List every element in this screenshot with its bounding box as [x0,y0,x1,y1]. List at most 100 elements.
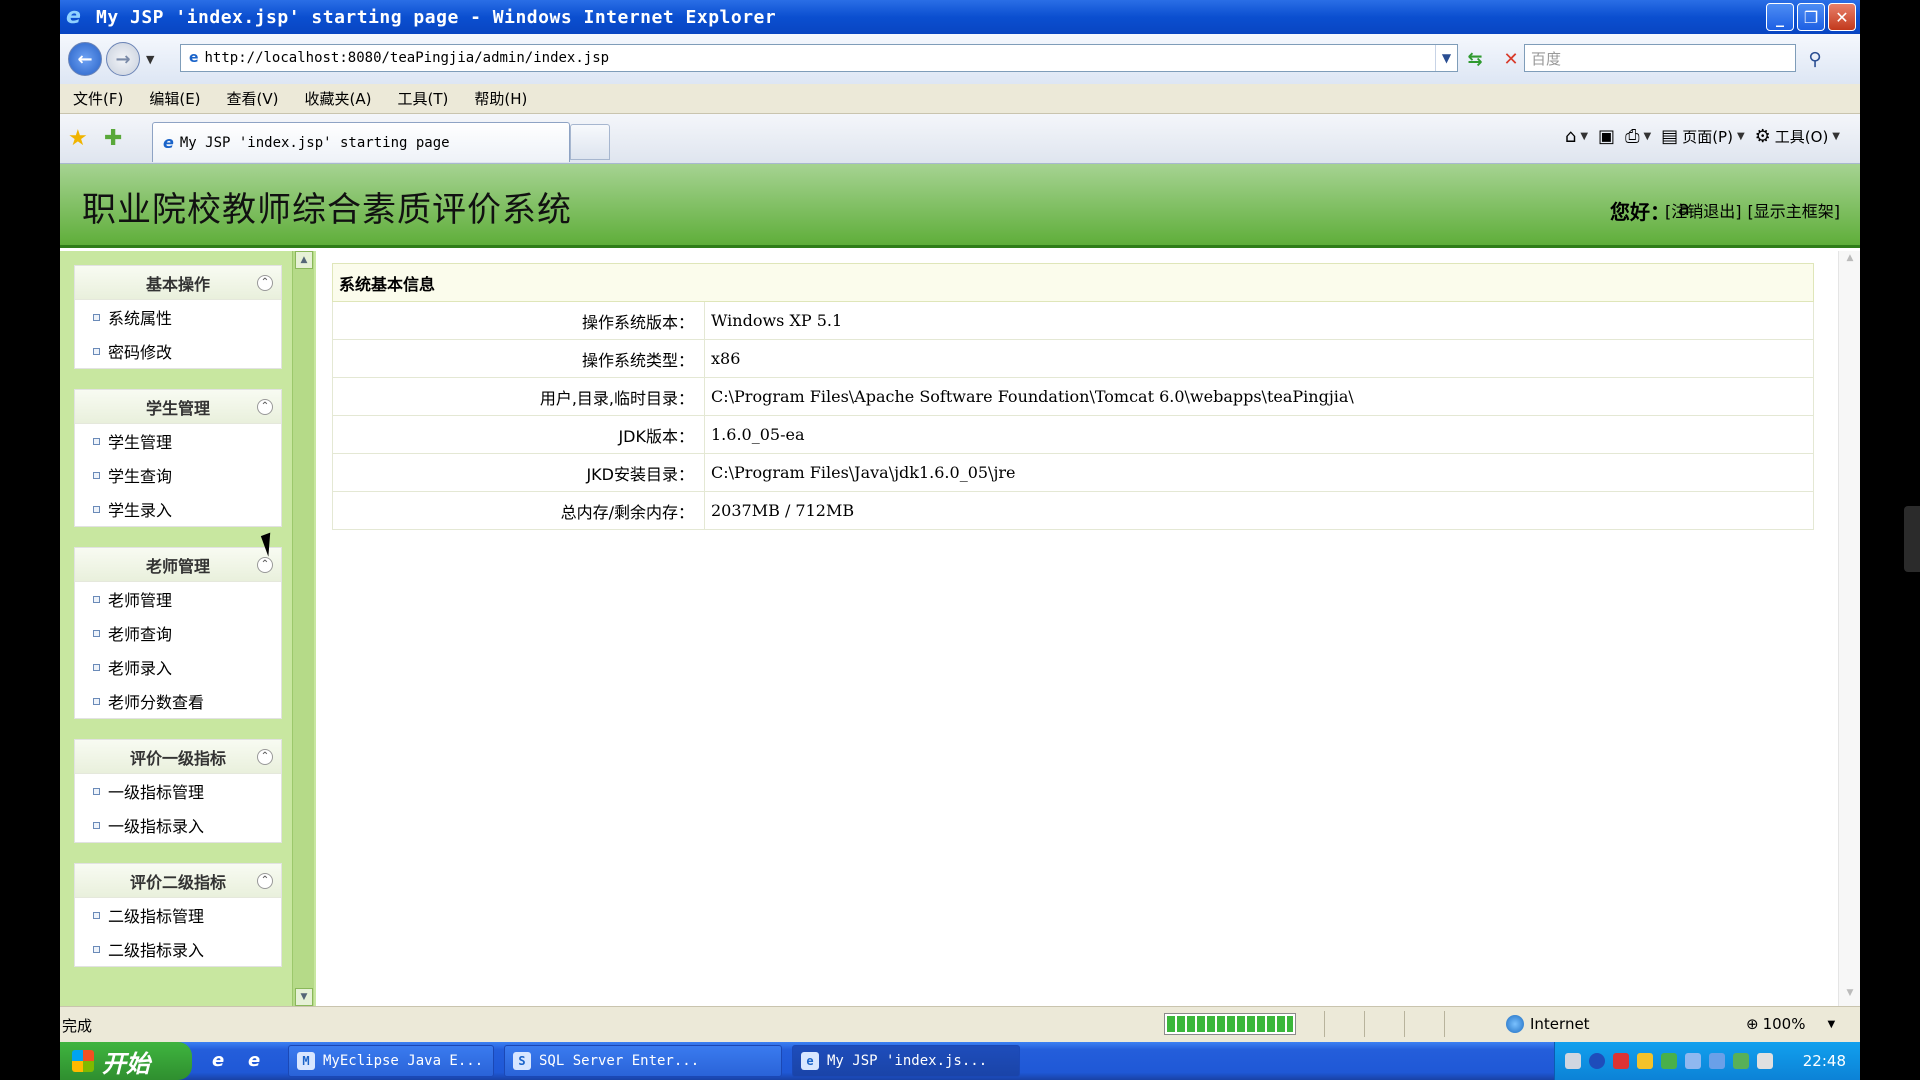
volume-icon[interactable] [1757,1053,1773,1069]
antivirus-icon[interactable] [1613,1053,1629,1069]
bullet-icon [93,629,100,637]
show-main-frame-link[interactable]: [显示主框架] [1748,198,1841,222]
bullet-icon [93,787,100,795]
refresh-icon[interactable]: ⇆ [1462,46,1488,72]
taskbar-item-myeclipse[interactable]: M MyEclipse Java E... [288,1045,494,1077]
scroll-down-icon[interactable]: ▼ [1842,988,1858,1004]
window-title: My JSP 'index.jsp' starting page - Windo… [96,6,777,28]
sidebar-item-teacher-manage[interactable]: 老师管理 [75,582,281,616]
table-heading: 系统基本信息 [332,263,1814,302]
back-button[interactable]: ← [68,42,102,76]
start-button[interactable]: 开始 [60,1042,192,1080]
security-zone[interactable]: Internet [1506,1015,1590,1033]
feeds-button[interactable]: ▣ [1598,126,1615,147]
sidebar-item-student-entry[interactable]: 学生录入 [75,492,281,526]
sidebar-item-level1-manage[interactable]: 一级指标管理 [75,774,281,808]
sidebar-item-change-password[interactable]: 密码修改 [75,334,281,368]
sidebar-group-header[interactable]: 基本操作 ⌃ [75,266,281,300]
sidebar-item-teacher-entry[interactable]: 老师录入 [75,650,281,684]
sidebar-group-header[interactable]: 老师管理 ⌃ [75,548,281,582]
chevron-down-icon[interactable]: ▼ [1435,45,1457,71]
collapse-icon[interactable]: ⌃ [257,275,273,291]
url-text[interactable]: http://localhost:8080/teaPingjia/admin/i… [205,50,610,66]
chevron-down-icon[interactable]: ▼ [1827,1019,1835,1030]
favorites-star-icon[interactable]: ★ [68,126,88,151]
sidebar-item-teacher-scores[interactable]: 老师分数查看 [75,684,281,718]
sidebar-group-header[interactable]: 评价一级指标 ⌃ [75,740,281,774]
clock: 22:48 [1802,1052,1846,1070]
menu-file[interactable]: 文件(F) [60,88,136,109]
chevron-down-icon[interactable]: ▼ [1643,131,1651,142]
tools-menu-label: 工具(O) [1774,128,1829,146]
qq-icon[interactable] [1637,1053,1653,1069]
forward-button[interactable]: → [106,42,140,76]
window-titlebar[interactable]: e My JSP 'index.jsp' starting page - Win… [60,0,1860,34]
collapse-icon[interactable]: ⌃ [257,749,273,765]
close-button[interactable]: ✕ [1828,3,1856,31]
history-dropdown-icon[interactable]: ▼ [146,53,154,66]
zoom-control[interactable]: ⊕ 100% ▼ [1746,1015,1835,1033]
status-bar: 完成 Internet ⊕ 100% ▼ [60,1006,1860,1042]
add-favorite-icon[interactable]: ✚ [104,126,122,151]
connection2-icon[interactable] [1709,1053,1725,1069]
sidebar-item-system-properties[interactable]: 系统属性 [75,300,281,334]
sidebar-scrollbar[interactable]: ▲ ▼ [292,251,314,1006]
address-field[interactable]: e http://localhost:8080/teaPingjia/admin… [180,44,1458,72]
table-row: JKD安装目录： C:\Program Files\Java\jdk1.6.0_… [332,453,1814,492]
scroll-up-icon[interactable]: ▲ [295,251,313,269]
menu-help[interactable]: 帮助(H) [461,88,540,109]
gear-icon: ⚙ [1754,126,1771,147]
sidebar-group-header[interactable]: 学生管理 ⌃ [75,390,281,424]
sidebar-group-level1: 评价一级指标 ⌃ 一级指标管理 一级指标录入 [74,739,282,843]
minimize-button[interactable]: _ [1766,3,1794,31]
chevron-down-icon[interactable]: ▼ [1580,131,1588,142]
sidebar-item-teacher-query[interactable]: 老师查询 [75,616,281,650]
ie-icon: e [801,1052,819,1070]
search-icon[interactable]: ⚲ [1802,46,1828,72]
new-tab-button[interactable] [570,124,610,160]
sidebar-group-header[interactable]: 评价二级指标 ⌃ [75,864,281,898]
sidebar-item-level2-entry[interactable]: 二级指标录入 [75,932,281,966]
menu-edit[interactable]: 编辑(E) [136,88,213,109]
tab-current-page[interactable]: e My JSP 'index.jsp' starting page [152,122,570,162]
taskbar-item-ie[interactable]: e My JSP 'index.js... [792,1045,1020,1077]
connection-icon[interactable] [1685,1053,1701,1069]
restore-button[interactable]: ❐ [1797,3,1825,31]
update-icon[interactable] [1733,1053,1749,1069]
scroll-up-icon[interactable]: ▲ [1842,253,1858,269]
sidebar-item-student-query[interactable]: 学生查询 [75,458,281,492]
chevron-left-icon[interactable] [1589,1053,1605,1069]
ie-logo-icon: e [66,4,81,29]
progress-bar [1164,1013,1296,1035]
taskbar-item-sqlserver[interactable]: S SQL Server Enter... [504,1045,782,1077]
scroll-down-icon[interactable]: ▼ [295,988,313,1006]
print-button[interactable]: ⎙ ▼ [1625,126,1651,147]
page-menu[interactable]: ▤ 页面(P) ▼ [1661,126,1744,147]
quicklaunch-browser-icon[interactable]: e [248,1050,260,1071]
main-scrollbar[interactable]: ▲ ▼ [1838,251,1860,1006]
search-input[interactable]: 百度 [1524,44,1796,72]
start-label: 开始 [102,1049,150,1078]
collapse-icon[interactable]: ⌃ [257,399,273,415]
header-links: [注销退出] [显示主框架] [1665,198,1840,222]
stop-icon[interactable]: ✕ [1498,46,1524,72]
menu-favorites[interactable]: 收藏夹(A) [292,88,385,109]
collapse-icon[interactable]: ⌃ [257,873,273,889]
sidebar-item-label: 老师查询 [108,625,173,644]
quicklaunch-ie-icon[interactable]: e [212,1050,224,1071]
info-value: Windows XP 5.1 [704,301,1814,340]
sidebar-item-level2-manage[interactable]: 二级指标管理 [75,898,281,932]
sidebar-item-label: 学生管理 [108,433,173,452]
home-button[interactable]: ⌂ ▼ [1565,126,1588,147]
network-icon[interactable] [1661,1053,1677,1069]
sidebar-item-level1-entry[interactable]: 一级指标录入 [75,808,281,842]
menu-tools[interactable]: 工具(T) [384,88,461,109]
menu-view[interactable]: 查看(V) [214,88,292,109]
tools-menu[interactable]: ⚙ 工具(O) ▼ [1755,126,1840,147]
side-panel-handle[interactable] [1904,506,1920,572]
keyboard-icon[interactable] [1565,1053,1581,1069]
logout-link[interactable]: [注销退出] [1665,198,1742,222]
ie-tab-icon: e [163,133,174,152]
collapse-icon[interactable]: ⌃ [257,557,273,573]
sidebar-item-student-manage[interactable]: 学生管理 [75,424,281,458]
